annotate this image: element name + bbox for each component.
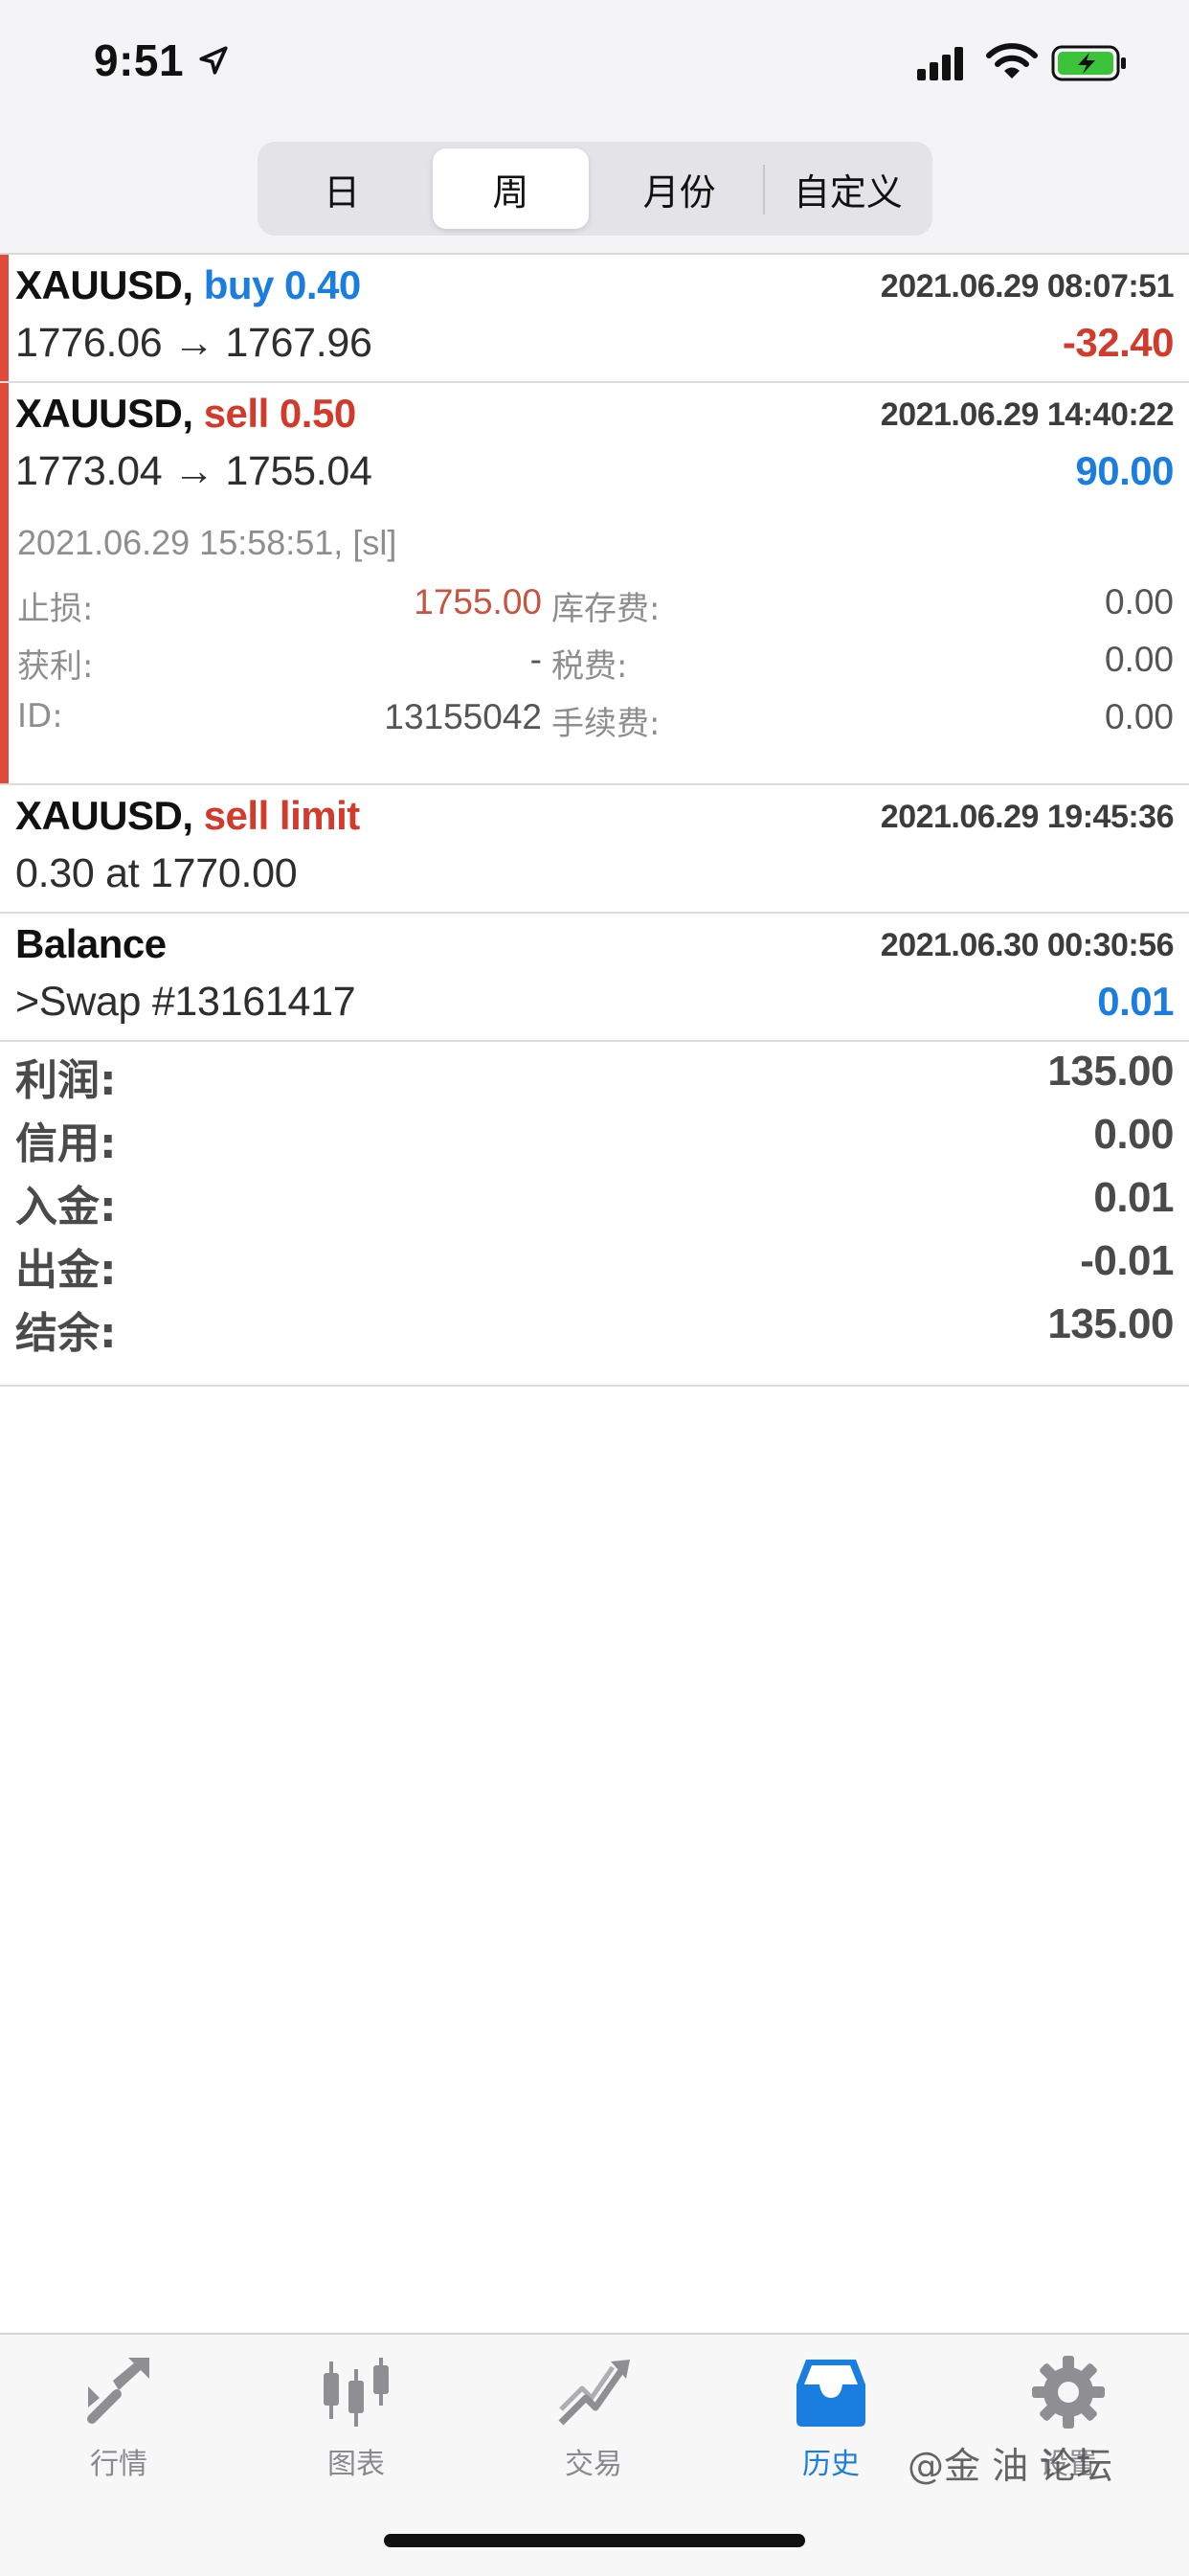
deposit-label: 入金:	[15, 1183, 117, 1232]
segment-day[interactable]: 日	[264, 148, 419, 229]
balance-value: 135.00	[1047, 1300, 1174, 1347]
row-title: XAUUSD, sell 0.50	[15, 391, 356, 437]
withdrawal-value: -0.01	[1080, 1237, 1174, 1284]
trade-icon	[558, 2360, 630, 2426]
summary-row: 信用: 0.00	[0, 1105, 1189, 1168]
take-profit-label: 获利:	[17, 647, 94, 686]
segment-week[interactable]: 周	[433, 148, 589, 229]
tab-trade-label: 交易	[565, 2448, 622, 2481]
status-time: 9:51	[94, 35, 185, 85]
tax-label: 税费:	[551, 647, 628, 686]
row-title: XAUUSD, buy 0.40	[15, 262, 361, 308]
balance-label: 结余:	[15, 1309, 117, 1358]
period-segmented-control: 日 周 月份 自定义	[258, 142, 932, 236]
stop-loss-label: 止损:	[17, 590, 94, 628]
row-details: 止损: 1755.00 库存费: 0.00 获利: - 税费: 0.00 ID:…	[17, 582, 1174, 755]
location-arrow-icon	[199, 46, 228, 75]
row-title: Balance	[15, 921, 167, 967]
forum-watermark: @金 油 论坛	[908, 2445, 1113, 2487]
order-id-value: 13155042	[384, 697, 542, 736]
history-row[interactable]: XAUUSD, buy 0.40 2021.06.29 08:07:51 177…	[0, 255, 1189, 383]
row-title: XAUUSD, sell limit	[15, 793, 360, 839]
segment-month[interactable]: 月份	[602, 148, 757, 229]
row-symbol: XAUUSD,	[15, 793, 193, 838]
wifi-icon	[986, 43, 1038, 79]
stop-loss-value: 1755.00	[414, 582, 542, 621]
order-id-label: ID:	[17, 697, 63, 735]
row-close-info: 2021.06.29 15:58:51, [sl]	[17, 523, 397, 562]
tab-quotes[interactable]: 行情	[0, 2352, 237, 2486]
detail-row: ID: 13155042 手续费: 0.00	[17, 697, 1174, 755]
history-icon	[796, 2360, 865, 2427]
row-prices: 1776.06 → 1767.96	[15, 320, 372, 366]
detail-row: 止损: 1755.00 库存费: 0.00	[17, 582, 1174, 640]
summary-row: 入金: 0.01	[0, 1168, 1189, 1232]
profit-label: 利润:	[15, 1056, 117, 1105]
row-action: sell 0.50	[203, 391, 356, 436]
row-symbol: XAUUSD,	[15, 262, 193, 307]
swap-value: 0.00	[1104, 582, 1174, 621]
history-row[interactable]: XAUUSD, sell limit 2021.06.29 19:45:36 0…	[0, 785, 1189, 914]
credit-label: 信用:	[15, 1119, 117, 1168]
battery-charging-icon	[1051, 45, 1126, 81]
row-prices: >Swap #13161417	[15, 979, 356, 1025]
history-row-expanded[interactable]: XAUUSD, sell 0.50 2021.06.29 14:40:22 17…	[0, 383, 1189, 785]
summary-row: 出金: -0.01	[0, 1232, 1189, 1295]
credit-value: 0.00	[1093, 1111, 1174, 1158]
tab-trade[interactable]: 交易	[475, 2352, 712, 2486]
withdrawal-label: 出金:	[15, 1246, 117, 1295]
commission-value: 0.00	[1104, 697, 1174, 736]
tab-quotes-label: 行情	[90, 2448, 147, 2481]
tab-chart[interactable]: 图表	[237, 2352, 475, 2486]
account-summary: 利润: 135.00 信用: 0.00 入金: 0.01 出金: -0.01 结…	[0, 1042, 1189, 1387]
detail-row: 获利: - 税费: 0.00	[17, 640, 1174, 697]
row-datetime: 2021.06.29 14:40:22	[880, 396, 1175, 433]
home-indicator[interactable]	[384, 2534, 805, 2547]
deposit-value: 0.01	[1093, 1174, 1174, 1221]
tax-value: 0.00	[1104, 640, 1174, 679]
history-row[interactable]: Balance 2021.06.30 00:30:56 >Swap #13161…	[0, 914, 1189, 1042]
settings-icon	[1032, 2356, 1105, 2429]
row-symbol: Balance	[15, 921, 167, 966]
row-symbol: XAUUSD,	[15, 391, 193, 436]
top-area: 9:51 日 周 月份 自定义	[0, 0, 1189, 255]
history-list: XAUUSD, buy 0.40 2021.06.29 08:07:51 177…	[0, 255, 1189, 1042]
row-prices: 0.30 at 1770.00	[15, 850, 298, 896]
segment-divider	[763, 165, 765, 215]
row-prices: 1773.04 → 1755.04	[15, 448, 372, 494]
row-action: buy 0.40	[203, 262, 362, 307]
swap-label: 库存费:	[551, 590, 661, 628]
profit-value: 135.00	[1047, 1048, 1174, 1095]
segment-custom[interactable]: 自定义	[771, 148, 926, 229]
take-profit-value: -	[529, 640, 542, 679]
cellular-signal-icon	[917, 47, 963, 80]
row-datetime: 2021.06.30 00:30:56	[880, 927, 1175, 963]
summary-row: 结余: 135.00	[0, 1295, 1189, 1358]
summary-row: 利润: 135.00	[0, 1042, 1189, 1105]
commission-label: 手续费:	[551, 705, 661, 743]
row-datetime: 2021.06.29 19:45:36	[880, 799, 1175, 835]
row-datetime: 2021.06.29 08:07:51	[880, 268, 1175, 305]
chart-icon	[324, 2358, 389, 2427]
row-action: sell limit	[203, 793, 361, 838]
row-profit: 90.00	[1075, 448, 1174, 493]
row-profit: 0.01	[1097, 979, 1174, 1024]
tab-chart-label: 图表	[327, 2448, 385, 2481]
row-profit: -32.40	[1062, 320, 1175, 365]
quotes-icon	[87, 2358, 149, 2424]
